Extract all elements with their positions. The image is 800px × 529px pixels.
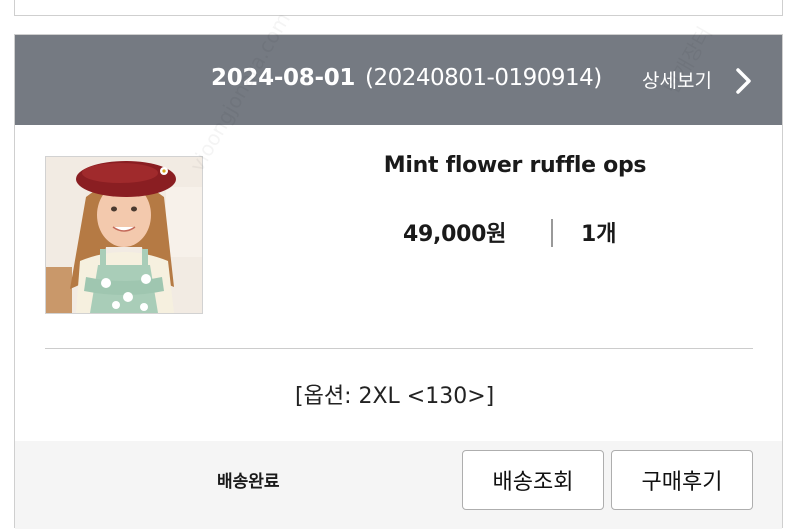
order-footer: 배송완료 배송조회 구매후기 xyxy=(15,441,782,529)
write-review-button[interactable]: 구매후기 xyxy=(611,450,753,510)
order-detail-link[interactable]: 상세보기 xyxy=(642,66,712,93)
previous-order-card xyxy=(14,0,783,16)
order-number: (20240801-0190914) xyxy=(365,65,602,91)
track-delivery-button[interactable]: 배송조회 xyxy=(462,450,604,510)
price-quantity-divider xyxy=(551,219,553,247)
order-card: 2024-08-01 (20240801-0190914) 상세보기 Mint … xyxy=(14,34,783,529)
product-option: [옵션: 2XL <130>] xyxy=(295,384,495,409)
order-header[interactable]: 2024-08-01 (20240801-0190914) 상세보기 xyxy=(15,35,782,125)
section-divider xyxy=(45,348,753,349)
product-quantity: 1개 xyxy=(581,222,617,247)
product-name[interactable]: Mint flower ruffle ops xyxy=(315,153,715,178)
product-photo xyxy=(46,157,202,313)
chevron-right-icon[interactable] xyxy=(733,67,755,95)
product-thumbnail[interactable] xyxy=(45,156,203,314)
product-price: 49,000원 xyxy=(403,222,507,247)
order-date: 2024-08-01 xyxy=(211,65,356,91)
delivery-status: 배송완료 xyxy=(217,472,280,492)
